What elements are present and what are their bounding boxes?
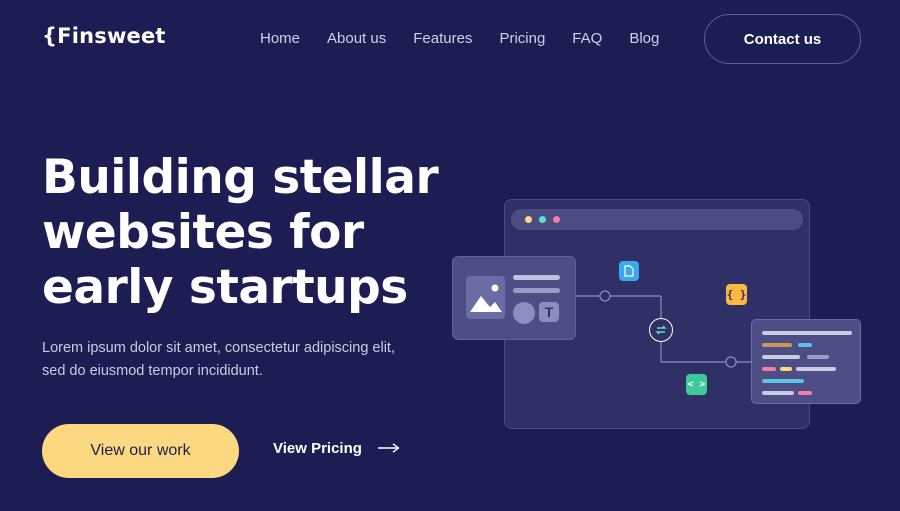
circle-shape-icon <box>513 302 535 324</box>
image-icon <box>466 276 505 319</box>
code-line-placeholder <box>762 331 852 335</box>
code-line-placeholder <box>796 367 836 371</box>
code-editor-card-illustration <box>751 319 861 404</box>
connector-lines <box>576 290 751 368</box>
code-line-placeholder <box>762 391 794 395</box>
code-braces-icon: { } <box>726 284 747 305</box>
media-card-illustration: T <box>452 256 576 340</box>
file-icon <box>619 261 639 281</box>
code-line-placeholder <box>780 367 792 371</box>
sync-icon <box>649 318 673 342</box>
code-line-placeholder <box>762 343 792 347</box>
text-line-placeholder <box>513 288 560 293</box>
hero-illustration: T { } < > <box>0 0 900 511</box>
text-tool-icon: T <box>539 302 559 322</box>
code-line-placeholder <box>807 355 829 359</box>
code-line-placeholder <box>762 355 800 359</box>
code-line-placeholder <box>762 367 776 371</box>
code-tag-icon: < > <box>686 374 707 395</box>
code-line-placeholder <box>798 391 812 395</box>
code-line-placeholder <box>762 379 804 383</box>
text-line-placeholder <box>513 275 560 280</box>
code-line-placeholder <box>798 343 812 347</box>
